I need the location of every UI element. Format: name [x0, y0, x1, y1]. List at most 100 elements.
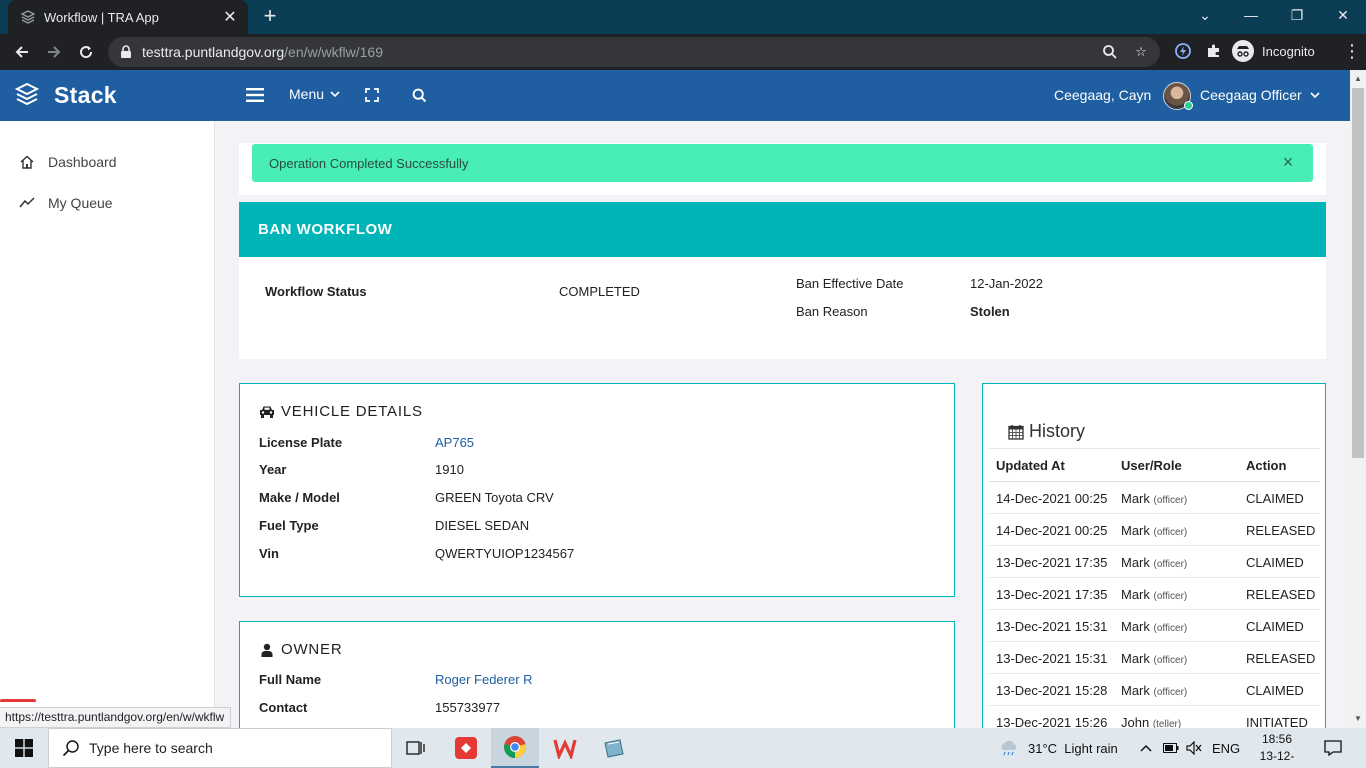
search-icon[interactable] [408, 84, 430, 106]
cell-action: RELEASED [1246, 523, 1316, 538]
zoom-search-icon[interactable] [1100, 42, 1120, 62]
new-tab-button[interactable]: + [258, 5, 282, 28]
weather-widget[interactable]: 31°C Light rain [998, 728, 1118, 768]
workflow-status-value: COMPLETED [559, 284, 640, 299]
table-row: 13-Dec-2021 15:26 John (teller) INITIATE… [989, 706, 1320, 728]
cell-user: Mark [1121, 555, 1150, 570]
cell-action: RELEASED [1246, 587, 1316, 602]
cell-action: CLAIMED [1246, 555, 1304, 570]
chevron-down-icon [330, 90, 340, 98]
notes-app-icon[interactable] [590, 728, 638, 768]
table-row: 14-Dec-2021 00:25 Mark (officer) CLAIMED [989, 482, 1320, 514]
tab-search-icon[interactable]: ⌄ [1182, 0, 1228, 30]
cell-role: (officer) [1153, 495, 1188, 506]
wps-office-icon[interactable] [541, 728, 589, 768]
car-icon [259, 404, 275, 420]
user-icon [259, 642, 275, 658]
fullscreen-icon[interactable] [361, 84, 383, 106]
year-label: Year [259, 462, 287, 477]
contact-value: 155733977 [435, 700, 501, 715]
cell-user-role: Mark (officer) [1121, 651, 1187, 666]
app-icon-red[interactable] [442, 728, 490, 768]
app-header: Stack Menu Ceegaag, Cayn [0, 70, 1350, 121]
scrollbar-thumb[interactable] [1352, 88, 1364, 458]
puzzle-icon[interactable] [1203, 40, 1225, 62]
make-model-value: GREEN Toyota CRV [435, 490, 554, 505]
cell-user: Mark [1121, 651, 1150, 666]
cell-role: (officer) [1153, 623, 1188, 634]
layers-icon [20, 9, 36, 25]
table-row: 13-Dec-2021 15:31 Mark (officer) RELEASE… [989, 642, 1320, 674]
calendar-icon [1007, 423, 1025, 441]
language-indicator[interactable]: ENG [1212, 728, 1240, 768]
sidebar-item-my-queue[interactable]: My Queue [18, 192, 113, 214]
column-header[interactable]: User/Role [1121, 458, 1182, 473]
clock-time: 18:56 [1261, 732, 1293, 746]
notification-center-icon[interactable] [1318, 728, 1348, 768]
back-icon[interactable] [6, 36, 38, 68]
cell-role: (officer) [1153, 655, 1188, 666]
cell-role: (officer) [1153, 687, 1188, 698]
cell-role: (officer) [1153, 527, 1188, 538]
vin-label: Vin [259, 546, 279, 561]
table-row: 13-Dec-2021 17:35 Mark (officer) CLAIMED [989, 546, 1320, 578]
cell-action: CLAIMED [1246, 491, 1304, 506]
license-plate-link[interactable]: AP765 [435, 435, 474, 450]
window-close-icon[interactable]: ✕ [1320, 0, 1366, 30]
scroll-up-icon[interactable]: ▲ [1353, 74, 1363, 84]
brand[interactable]: Stack [14, 81, 117, 110]
cell-user: John [1121, 715, 1150, 728]
history-title: History [1007, 421, 1085, 442]
tab-title: Workflow | TRA App [44, 9, 159, 25]
reload-icon[interactable] [70, 36, 102, 68]
history-header-row: Updated At User/Role Action [989, 448, 1320, 482]
scroll-down-icon[interactable]: ▼ [1353, 714, 1363, 724]
browser-menu-icon[interactable]: ⋮ [1343, 40, 1361, 62]
menu-label: Menu [289, 86, 325, 102]
minimize-icon[interactable]: — [1228, 0, 1274, 30]
windows-taskbar: Type here to search 31°C Light rain ENG … [0, 728, 1366, 768]
sidebar-item-dashboard[interactable]: Dashboard [18, 151, 117, 173]
close-tab-icon[interactable]: ✕ [220, 7, 240, 27]
address-bar[interactable]: testtra.puntlandgov.org/en/w/wkflw/169 ☆ [108, 37, 1160, 67]
chrome-icon[interactable] [491, 728, 539, 768]
weather-text: 31°C Light rain [1028, 740, 1118, 756]
owner-title: OWNER [259, 641, 343, 658]
windows-start-icon[interactable] [0, 728, 48, 768]
cell-action: INITIATED [1246, 715, 1308, 728]
close-icon[interactable]: × [1279, 153, 1297, 171]
restore-icon[interactable]: ❐ [1274, 0, 1320, 30]
column-header[interactable]: Updated At [996, 458, 1065, 473]
taskbar-search[interactable]: Type here to search [48, 728, 392, 768]
incognito-badge[interactable]: Incognito [1232, 38, 1315, 64]
volume-muted-icon[interactable] [1186, 728, 1202, 768]
full-name-link[interactable]: Roger Federer R [435, 672, 533, 687]
online-status-dot [1184, 101, 1193, 110]
full-name-label: Full Name [259, 672, 322, 687]
task-view-icon[interactable] [392, 728, 440, 768]
notification-tab-edge [0, 699, 36, 707]
sidebar-item-label: My Queue [48, 195, 113, 211]
page-scrollbar[interactable]: ▲ ▼ [1350, 70, 1366, 728]
forward-icon[interactable] [38, 36, 70, 68]
cell-updated-at: 14-Dec-2021 00:25 [996, 491, 1108, 506]
bookmark-star-icon[interactable]: ☆ [1131, 42, 1151, 62]
role-dropdown[interactable]: Ceegaag Officer [1200, 87, 1320, 103]
cell-role: (officer) [1153, 591, 1188, 602]
tray-chevron-up-icon[interactable] [1140, 728, 1152, 768]
ban-effective-date-label: Ban Effective Date [796, 276, 904, 291]
ban-reason-value: Stolen [970, 304, 1010, 319]
history-title-text: History [1029, 421, 1086, 441]
extension-icon[interactable] [1172, 40, 1194, 62]
cell-user-role: John (teller) [1121, 715, 1181, 728]
menu-dropdown[interactable]: Menu [289, 86, 340, 102]
battery-icon[interactable] [1163, 728, 1179, 768]
cell-user: Mark [1121, 523, 1150, 538]
lock-icon [120, 45, 134, 59]
user-name: Ceegaag, Cayn [1054, 87, 1152, 103]
owner-title-text: OWNER [281, 641, 343, 658]
clock[interactable]: 18:56 13-12-2021 [1250, 731, 1304, 768]
column-header[interactable]: Action [1246, 458, 1286, 473]
hamburger-icon[interactable] [244, 84, 266, 106]
browser-tab[interactable]: Workflow | TRA App ✕ [8, 0, 248, 34]
